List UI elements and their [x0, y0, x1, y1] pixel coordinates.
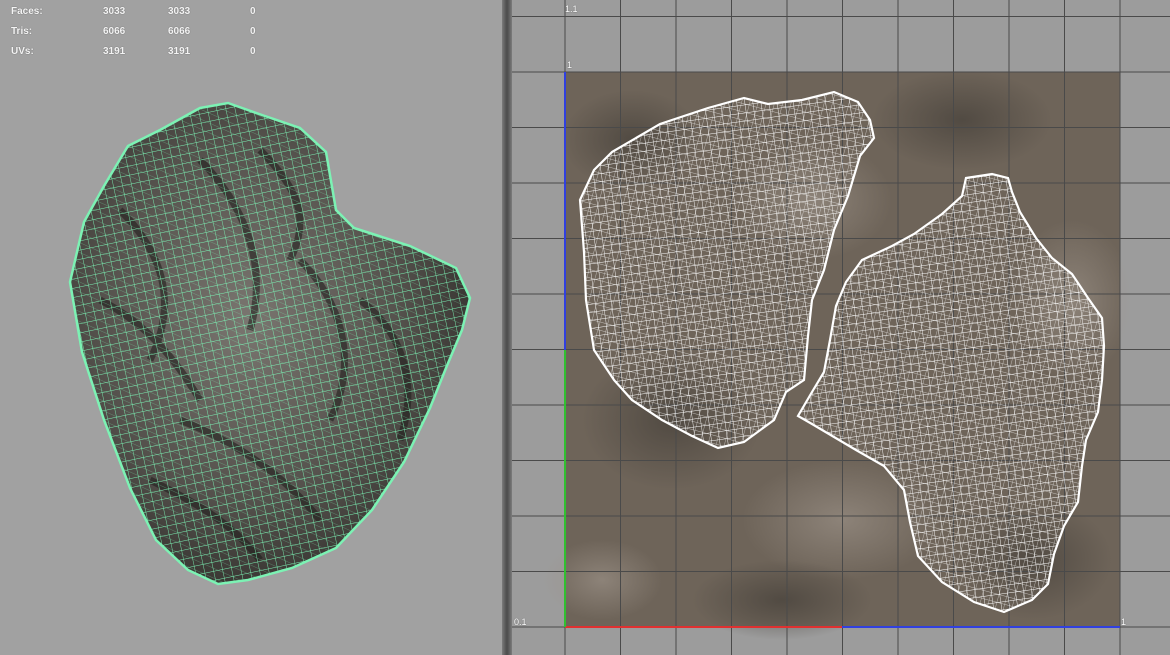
uv-coord-label: 0.1: [514, 617, 527, 627]
uv-coord-label: 1: [1121, 617, 1127, 627]
rock-mesh-wireframe[interactable]: [0, 0, 502, 655]
perspective-viewport[interactable]: Faces: 3033 3033 0 Tris: 6066 6066 0 UVs…: [0, 0, 502, 655]
uv-coord-label: 1: [567, 60, 573, 70]
uv-grid-canvas[interactable]: [512, 0, 1170, 655]
rock-surface: [70, 103, 470, 584]
panel-divider[interactable]: [502, 0, 512, 655]
uv-texture-editor[interactable]: 1.1 1 0.1 1: [512, 0, 1170, 655]
uv-coord-label: 1.1: [565, 4, 578, 14]
